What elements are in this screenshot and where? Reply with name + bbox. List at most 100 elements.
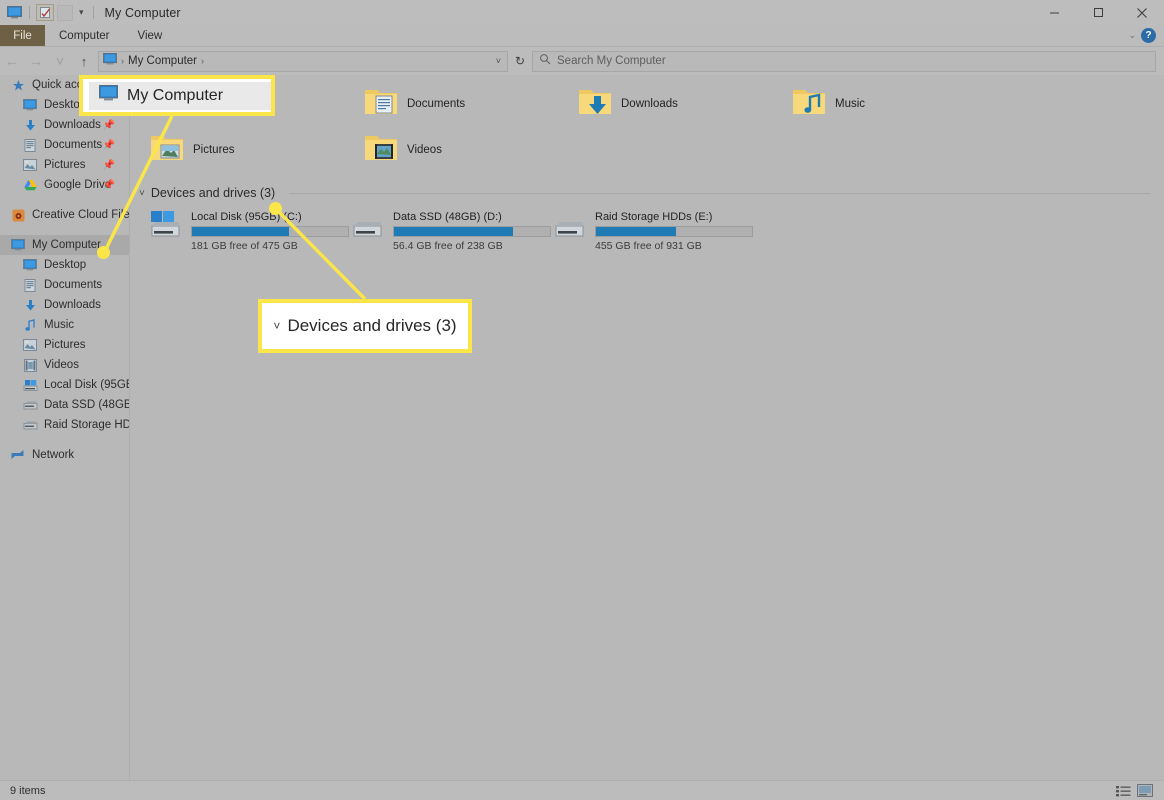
address-bar-row: ← → ˅ ↑ › My Computer › ˅ ↻ Search My Co… (0, 47, 1164, 75)
sidebar-item-pictures[interactable]: Pictures (0, 335, 129, 355)
sidebar-item-creative-cloud[interactable]: Creative Cloud Files (0, 205, 129, 225)
folder-label-videos: Videos (407, 144, 442, 156)
search-placeholder: Search My Computer (557, 55, 666, 67)
folders-grid: Desktop Documents (131, 75, 1164, 173)
chevron-down-icon[interactable]: ˅ (139, 188, 145, 199)
folder-label-music: Music (835, 98, 866, 110)
refresh-button[interactable]: ↻ (508, 50, 532, 72)
toolbar-divider (29, 6, 30, 19)
sidebar-label-my-computer: My Computer (32, 239, 102, 251)
sidebar-item-pictures-qa[interactable]: Pictures 📌 (0, 155, 129, 175)
drive-label-e: Raid Storage HDDs (E:) (595, 211, 713, 223)
folder-item-music[interactable]: Music (791, 81, 1005, 127)
maximize-button[interactable] (1076, 0, 1120, 25)
drive-icon (22, 397, 38, 413)
help-icon[interactable]: ? (1141, 28, 1156, 43)
drive-usage-fill-e (596, 227, 676, 236)
sidebar-item-local-disk-c[interactable]: Local Disk (95GB) (C (0, 375, 129, 395)
sidebar-item-music[interactable]: Music (0, 315, 129, 335)
back-button[interactable]: ← (0, 49, 24, 73)
computer-icon (99, 85, 118, 106)
drive-icon (351, 209, 385, 252)
sidebar-item-data-ssd-d[interactable]: Data SSD (48GB) (D: (0, 395, 129, 415)
drive-icon (22, 417, 38, 433)
drive-item-d[interactable]: Data SSD (48GB) (D:) 56.4 GB free of 238… (351, 209, 553, 252)
pin-icon[interactable]: 📌 (103, 140, 115, 151)
drive-label-d: Data SSD (48GB) (D:) (393, 211, 502, 223)
sidebar-item-documents-qa[interactable]: Documents 📌 (0, 135, 129, 155)
sidebar-label-downloads: Downloads (44, 299, 101, 311)
documents-icon (22, 137, 38, 153)
recent-locations-icon[interactable]: ˅ (48, 49, 72, 73)
pin-icon[interactable]: 📌 (103, 120, 115, 131)
sidebar-label-downloads-qa: Downloads (44, 119, 101, 131)
devices-group-header[interactable]: ˅ Devices and drives (3) (131, 183, 1164, 203)
pin-icon[interactable]: 📌 (103, 180, 115, 191)
sidebar-item-desktop[interactable]: Desktop (0, 255, 129, 275)
sidebar-item-network[interactable]: Network (0, 445, 129, 465)
drive-info-d: Data SSD (48GB) (D:) 56.4 GB free of 238… (393, 209, 551, 252)
callout-my-computer-inner: My Computer (89, 81, 271, 110)
blank-toolbar-icon[interactable] (57, 4, 73, 21)
folder-item-documents[interactable]: Documents (363, 81, 577, 127)
large-icons-view-icon[interactable] (1136, 783, 1154, 798)
tab-file[interactable]: File (0, 25, 45, 46)
search-input[interactable]: Search My Computer (532, 50, 1156, 72)
tab-computer[interactable]: Computer (45, 25, 124, 46)
sidebar-item-downloads[interactable]: Downloads (0, 295, 129, 315)
star-icon (10, 77, 26, 93)
drive-item-e[interactable]: Raid Storage HDDs (E:) 455 GB free of 93… (553, 209, 755, 252)
folder-item-videos[interactable]: Videos (363, 127, 577, 173)
downloads-icon (22, 117, 38, 133)
sidebar-label-music: Music (44, 319, 75, 331)
breadcrumb-my-computer[interactable]: My Computer (128, 55, 197, 67)
creative-cloud-icon (10, 207, 26, 223)
callout-devices-label: Devices and drives (3) (287, 316, 457, 335)
sidebar-label-data-ssd-d: Data SSD (48GB) (D: (44, 399, 129, 411)
navigation-pane[interactable]: Quick access Desktop 📌 Downloads 📌 (0, 75, 130, 780)
drive-usage-fill-d (394, 227, 513, 236)
folder-downloads-icon (577, 86, 613, 123)
close-button[interactable] (1120, 0, 1164, 25)
folder-item-downloads[interactable]: Downloads (577, 81, 791, 127)
up-button[interactable]: ↑ (72, 49, 96, 73)
drive-item-c[interactable]: Local Disk (95GB) (C:) 181 GB free of 47… (149, 209, 351, 252)
folder-item-pictures[interactable]: Pictures (149, 127, 363, 173)
address-input[interactable]: › My Computer › ˅ (98, 50, 508, 72)
pictures-icon (22, 337, 38, 353)
callout-devices-and-drives: ˅ Devices and drives (3) (258, 299, 472, 353)
sidebar-item-videos[interactable]: Videos (0, 355, 129, 375)
forward-button[interactable]: → (24, 49, 48, 73)
documents-icon (22, 277, 38, 293)
status-bar: 9 items (0, 780, 1164, 800)
folder-documents-icon (363, 86, 399, 123)
sidebar-label-pictures: Pictures (44, 339, 86, 351)
folder-label-documents: Documents (407, 98, 466, 110)
properties-icon[interactable] (36, 4, 54, 21)
sidebar-item-raid-storage[interactable]: Raid Storage HDDs (0, 415, 129, 435)
sidebar-label-pictures-qa: Pictures (44, 159, 86, 171)
minimize-button[interactable] (1032, 0, 1076, 25)
callout-my-computer: My Computer (79, 75, 275, 116)
folder-pictures-icon (149, 132, 185, 169)
tab-view[interactable]: View (124, 25, 177, 46)
computer-icon (10, 237, 26, 253)
callout-anchor-dot-devices (269, 202, 282, 215)
sidebar-item-downloads-qa[interactable]: Downloads 📌 (0, 115, 129, 135)
address-dropdown-icon[interactable]: ˅ (496, 56, 503, 66)
breadcrumb-separator-1[interactable]: › (201, 56, 204, 66)
drives-grid: Local Disk (95GB) (C:) 181 GB free of 47… (131, 203, 1164, 252)
collapse-ribbon-icon[interactable]: ⌄ (1128, 30, 1136, 41)
pin-icon[interactable]: 📌 (103, 160, 115, 171)
sidebar-label-creative-cloud: Creative Cloud Files (32, 209, 129, 221)
breadcrumb-separator-0: › (121, 56, 124, 66)
view-mode-buttons (1114, 783, 1164, 798)
quick-access-dropdown-icon[interactable]: ▾ (76, 7, 87, 18)
details-view-icon[interactable] (1114, 783, 1132, 798)
sidebar-item-documents[interactable]: Documents (0, 275, 129, 295)
group-divider (289, 192, 1150, 194)
desktop-icon (22, 257, 38, 273)
sidebar-item-google-drive[interactable]: Google Drive 📌 (0, 175, 129, 195)
